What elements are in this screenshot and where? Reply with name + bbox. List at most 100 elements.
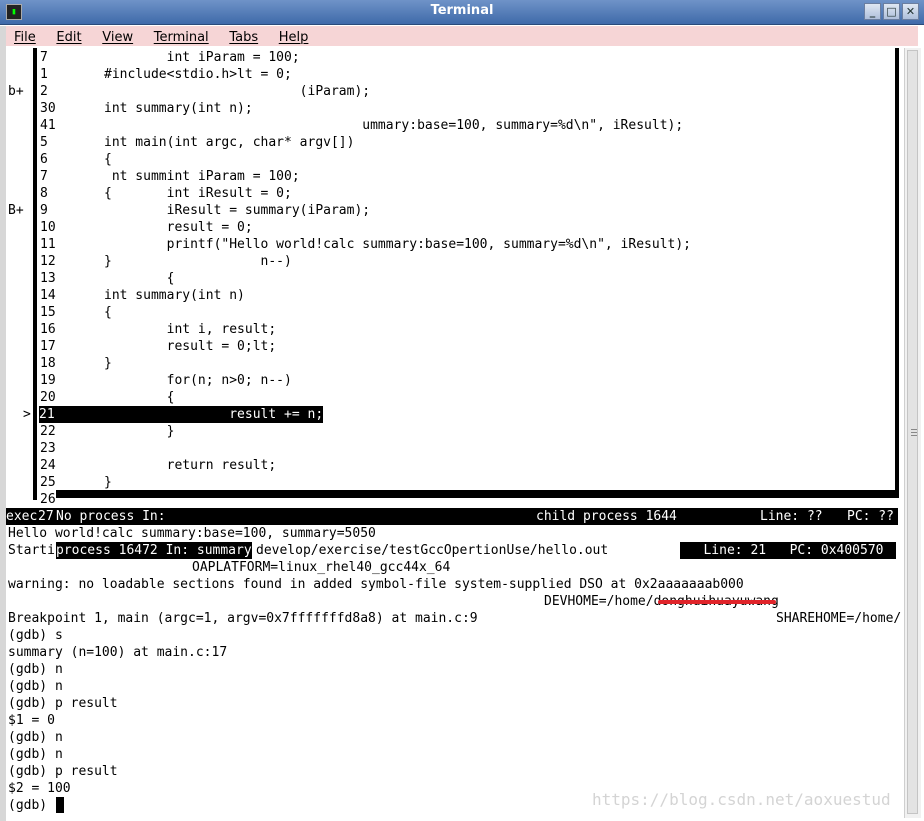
current-line-marker: >	[23, 407, 31, 422]
source-line-code: {	[104, 152, 112, 167]
source-line-code: {	[104, 305, 112, 320]
source-line-number: 12	[40, 254, 56, 269]
source-line-current: result += n;	[55, 406, 324, 423]
menu-help[interactable]: Help	[279, 28, 309, 48]
warning-line: warning: no loadable sections found in a…	[8, 577, 744, 592]
source-line-number: 6	[40, 152, 48, 167]
source-line-code: {	[104, 271, 175, 286]
source-line-number: 1	[40, 67, 48, 82]
source-line-code: int summary(int n);	[104, 101, 253, 116]
source-line-number: 21	[39, 406, 55, 423]
gdb-line: (gdb) n	[8, 679, 63, 694]
gdb-line: (gdb) n	[8, 730, 63, 745]
window-title: Terminal	[430, 3, 494, 18]
source-line-number: 10	[40, 220, 56, 235]
source-line-code: iResult = summary(iParam);	[104, 203, 371, 218]
source-line-number: 26	[40, 492, 56, 507]
menu-terminal[interactable]: Terminal	[154, 28, 209, 48]
gdb-line: (gdb) p result	[8, 696, 118, 711]
source-line-number: 11	[40, 237, 56, 252]
source-line-number: 13	[40, 271, 56, 286]
source-line-number: 18	[40, 356, 56, 371]
menu-tabs[interactable]: Tabs	[229, 28, 258, 48]
source-line-code: ummary:base=100, summary=%d\n", iResult)…	[104, 118, 684, 133]
status-exec: exec	[6, 508, 38, 525]
source-line-number: 2	[40, 84, 48, 99]
env-sharehome: SHAREHOME=/home/	[776, 611, 902, 626]
menu-bar: File Edit View Terminal Tabs Help	[6, 26, 918, 46]
source-line-number: 7	[40, 50, 48, 65]
source-line-number: 17	[40, 339, 56, 354]
status-process: No process In:	[56, 508, 166, 525]
minimize-button[interactable]: _	[864, 3, 881, 20]
source-line-code: #include<stdio.h>lt = 0;	[104, 67, 292, 82]
text-cursor	[56, 797, 64, 813]
source-line-number: 23	[40, 441, 56, 456]
source-line-code: }	[104, 424, 175, 439]
source-window-bottom-border	[56, 490, 899, 498]
gdb-line: $1 = 0	[8, 713, 55, 728]
status-process-overlay: process 16472 In: summary	[56, 542, 252, 559]
source-line-code: } n--)	[104, 254, 292, 269]
env-oaplatform: OAPLATFORM=linux_rhel40_gcc44x_64	[192, 560, 451, 575]
source-line-code: int summary(int n)	[104, 288, 245, 303]
source-line-number: 14	[40, 288, 56, 303]
gdb-line: (gdb) s	[8, 628, 63, 643]
menu-edit[interactable]: Edit	[56, 28, 81, 48]
starting-prefix: Starti	[8, 543, 55, 558]
gdb-line: $2 = 100	[8, 781, 71, 796]
gdb-line: summary (n=100) at main.c:17	[8, 645, 228, 660]
source-line-number: 41	[40, 118, 56, 133]
source-line-number: 25	[40, 475, 56, 490]
starting-path: develop/exercise/testGccOpertionUse/hell…	[256, 543, 609, 558]
source-line-code: result = 0;	[104, 220, 253, 235]
program-output: Hello world!calc summary:base=100, summa…	[8, 526, 376, 541]
source-line-number: 7	[40, 169, 48, 184]
source-line-code: return result;	[104, 458, 277, 473]
source-line-code: for(n; n>0; n--)	[104, 373, 292, 388]
source-line-code: printf("Hello world!calc summary:base=10…	[104, 237, 691, 252]
source-window-right-border	[895, 48, 899, 493]
window-titlebar[interactable]: ▮ Terminal _ □ ✕	[0, 0, 924, 25]
source-line-number: 22	[40, 424, 56, 439]
source-line-code: {	[104, 390, 175, 405]
gdb-line: (gdb) n	[8, 747, 63, 762]
close-button[interactable]: ✕	[902, 3, 919, 20]
status-child-process: child process 1644	[536, 508, 677, 525]
redaction-scribble	[658, 600, 776, 604]
terminal-area[interactable]: 7 int iParam = 100; 1 #include<stdio.h>lt …	[6, 48, 904, 818]
menu-view[interactable]: View	[102, 28, 133, 48]
status-line-num: 27	[38, 508, 54, 525]
status-pc: PC: ??	[847, 508, 894, 525]
source-line-code: int main(int argc, char* argv[])	[104, 135, 355, 150]
source-window-left-border	[33, 48, 37, 500]
source-line-number: 30	[40, 101, 56, 116]
source-line-code: int i, result;	[104, 322, 277, 337]
source-line-code: result = 0;lt;	[104, 339, 277, 354]
scrollbar-thumb[interactable]	[907, 50, 918, 814]
source-line-code: int iParam = 100;	[104, 50, 300, 65]
source-line-code: nt summint iParam = 100;	[104, 169, 300, 184]
breakpoint-marker: B+	[8, 203, 24, 218]
menu-file[interactable]: File	[14, 28, 36, 48]
source-line-number: 24	[40, 458, 56, 473]
source-line-number: 9	[40, 203, 48, 218]
maximize-button[interactable]: □	[883, 3, 900, 20]
source-line-number: 16	[40, 322, 56, 337]
gdb-prompt[interactable]: (gdb)	[8, 797, 55, 814]
source-line-number: 20	[40, 390, 56, 405]
source-line-number: 8	[40, 186, 48, 201]
breakpoint-line: Breakpoint 1, main (argc=1, argv=0x7ffff…	[8, 611, 478, 626]
status-line: Line: ??	[760, 508, 823, 525]
source-line-code: }	[104, 475, 112, 490]
source-line-number: 19	[40, 373, 56, 388]
gdb-line: (gdb) p result	[8, 764, 118, 779]
status-line-pc: Line: 21 PC: 0x400570	[680, 542, 896, 559]
breakpoint-marker: b+	[8, 84, 24, 99]
source-line-code: (iParam);	[104, 84, 371, 99]
gdb-line: (gdb) n	[8, 662, 63, 677]
source-line-number: 5	[40, 135, 48, 150]
source-line-code: { int iResult = 0;	[104, 186, 292, 201]
vertical-scrollbar[interactable]	[904, 48, 921, 818]
watermark: https://blog.csdn.net/aoxuestud	[592, 790, 891, 809]
